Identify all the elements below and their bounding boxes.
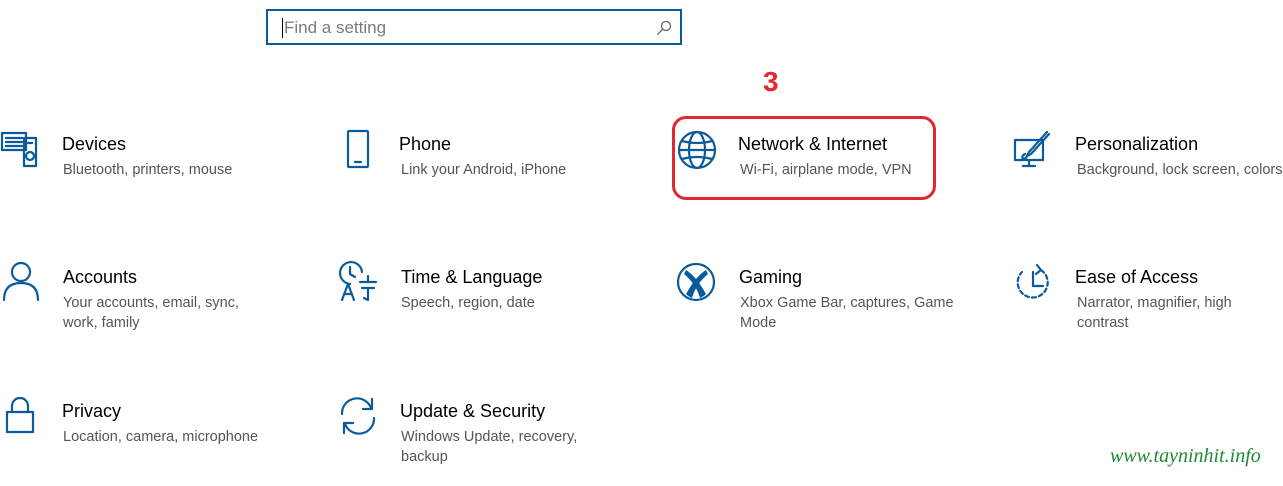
tile-description: Xbox Game Bar, captures, Game Mode <box>740 295 954 331</box>
sync-icon <box>340 397 376 435</box>
tile-title: Personalization <box>1075 134 1199 154</box>
tile-title: Network & Internet <box>738 134 888 154</box>
person-icon <box>2 261 40 302</box>
tile-description: Narrator, magnifier, high contrast <box>1077 295 1232 331</box>
xbox-icon <box>676 262 716 302</box>
tile-personalization[interactable]: Personalization Background, lock screen,… <box>1013 128 1283 218</box>
tile-title: Ease of Access <box>1075 267 1199 287</box>
search-box[interactable]: Find a setting <box>266 9 682 45</box>
tile-update-security[interactable]: Update & Security Windows Update, recove… <box>338 396 658 486</box>
tile-title: Gaming <box>739 267 803 287</box>
tile-description: Background, lock screen, colors <box>1077 162 1283 178</box>
watermark: www.tayninhit.info <box>1110 445 1261 467</box>
time-language-icon <box>338 260 378 302</box>
tile-title: Accounts <box>63 267 138 287</box>
search-placeholder: Find a setting <box>284 18 387 37</box>
tile-title: Privacy <box>62 401 122 421</box>
step-number: 3 <box>763 66 779 97</box>
tile-devices[interactable]: Devices Bluetooth, printers, mouse <box>0 128 320 218</box>
tile-description: Wi-Fi, airplane mode, VPN <box>740 162 912 178</box>
personalization-icon <box>1013 130 1051 168</box>
tile-phone[interactable]: Phone Link your Android, iPhone <box>338 128 658 218</box>
devices-icon <box>0 131 38 168</box>
tile-description: Bluetooth, printers, mouse <box>63 162 233 178</box>
lock-icon <box>5 396 35 434</box>
tile-title: Time & Language <box>401 267 543 287</box>
tile-title: Devices <box>62 134 127 154</box>
phone-icon <box>346 129 370 169</box>
tile-accounts[interactable]: Accounts Your accounts, email, sync, wor… <box>0 261 320 352</box>
tile-description: Your accounts, email, sync, work, family <box>63 295 239 331</box>
tile-description: Speech, region, date <box>401 295 535 311</box>
tile-description: Windows Update, recovery, backup <box>401 429 578 465</box>
ease-of-access-icon <box>1016 263 1049 299</box>
tile-description: Location, camera, microphone <box>63 429 259 445</box>
tile-network-internet[interactable]: Network & Internet Wi-Fi, airplane mode,… <box>676 128 996 218</box>
tile-time-language[interactable]: Time & Language Speech, region, date <box>338 260 658 352</box>
text-caret <box>282 18 283 38</box>
globe-icon <box>677 130 717 170</box>
tile-title: Phone <box>399 134 452 154</box>
tile-privacy[interactable]: Privacy Location, camera, microphone <box>0 396 320 486</box>
tile-gaming[interactable]: Gaming Xbox Game Bar, captures, Game Mod… <box>676 262 996 352</box>
tile-description: Link your Android, iPhone <box>401 162 567 178</box>
tile-title: Update & Security <box>400 401 546 421</box>
tile-ease-of-access[interactable]: Ease of Access Narrator, magnifier, high… <box>1013 262 1283 352</box>
search-icon <box>657 20 672 35</box>
